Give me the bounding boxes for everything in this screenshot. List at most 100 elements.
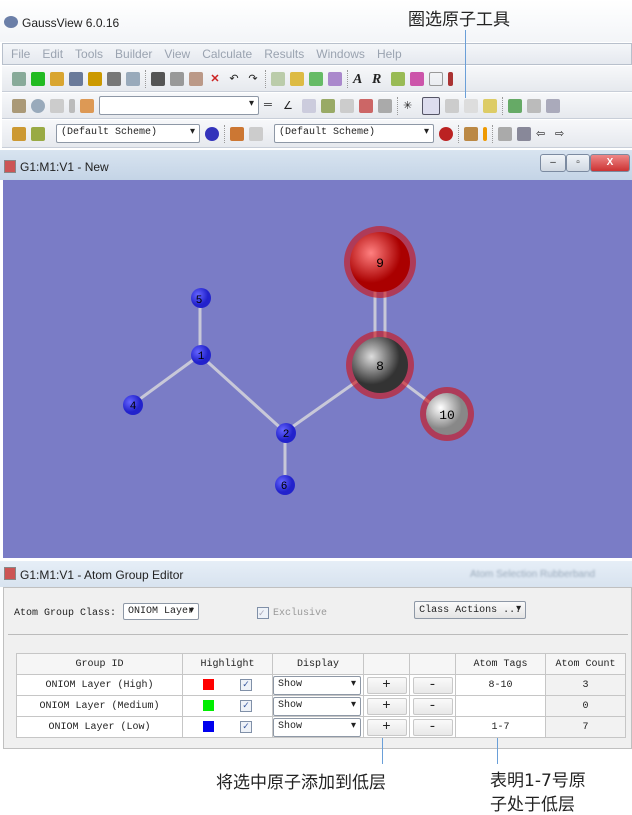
highlight-checkbox[interactable]: ✓ <box>240 700 252 713</box>
scheme-combo-2[interactable]: (Default Scheme) <box>274 124 434 143</box>
menu-results[interactable]: Results <box>264 47 304 61</box>
class-actions-button[interactable]: Class Actions ... <box>414 601 527 619</box>
add-atoms-button[interactable]: + <box>366 676 407 694</box>
invert-icon[interactable] <box>378 98 392 113</box>
atom-tags[interactable]: 1-7 <box>455 716 546 738</box>
remove-atoms-button[interactable]: - <box>412 676 453 694</box>
back-icon[interactable]: ⇦ <box>536 127 550 141</box>
atoms-icon[interactable] <box>483 98 497 113</box>
new-window-icon[interactable] <box>508 98 522 113</box>
menu-edit[interactable]: Edit <box>42 47 63 61</box>
text-a-icon[interactable]: A <box>353 72 367 87</box>
grid-icon[interactable] <box>517 126 531 141</box>
print-icon[interactable] <box>88 71 102 86</box>
delete-atom-icon[interactable] <box>359 98 373 113</box>
open-icon[interactable] <box>50 71 64 86</box>
fragment-combo[interactable] <box>99 96 259 115</box>
menu-file[interactable]: File <box>11 47 30 61</box>
highlight-checkbox[interactable]: ✓ <box>240 679 252 692</box>
atom-5[interactable]: 5 <box>191 288 211 308</box>
clean-icon[interactable] <box>271 71 285 86</box>
inquire-icon[interactable] <box>321 98 335 113</box>
atom-scheme-icon[interactable] <box>12 126 26 141</box>
remove-atoms-button[interactable]: - <box>412 697 453 715</box>
close-button[interactable]: X <box>590 154 630 172</box>
menu-view[interactable]: View <box>164 47 190 61</box>
minimize-button[interactable]: – <box>540 154 566 172</box>
menu-tools[interactable]: Tools <box>75 47 103 61</box>
settings-icon[interactable] <box>464 126 478 141</box>
atom-2[interactable]: 2 <box>276 423 296 443</box>
cascade-icon[interactable] <box>546 98 560 113</box>
text-r-icon[interactable]: R <box>372 72 386 87</box>
display-select[interactable]: Show <box>273 675 361 695</box>
molecule-canvas[interactable]: 9 8 10 5 1 4 2 6 <box>3 180 632 558</box>
custom-fragment-icon[interactable] <box>80 98 94 113</box>
label-scheme-icon[interactable] <box>230 126 244 141</box>
add-atoms-button[interactable]: + <box>366 718 407 736</box>
rubberband-select-icon[interactable] <box>422 96 440 115</box>
blue-sphere-icon[interactable] <box>205 126 219 141</box>
cut-icon[interactable] <box>151 71 165 86</box>
add-valence-icon[interactable] <box>340 98 354 113</box>
atom-10[interactable]: 10 <box>420 387 474 441</box>
select-atom-icon[interactable]: ✳ <box>403 99 417 113</box>
preview-icon[interactable] <box>126 71 140 86</box>
highlight-checkbox[interactable]: ✓ <box>240 721 252 734</box>
ring-icon[interactable] <box>31 98 45 113</box>
atom-9[interactable]: 9 <box>344 226 416 298</box>
color-swatch[interactable] <box>203 699 214 711</box>
add-atoms-button[interactable]: + <box>366 697 407 715</box>
save-icon[interactable] <box>69 71 83 86</box>
undo-icon[interactable]: ↶ <box>227 72 241 86</box>
display-select[interactable]: Show <box>273 717 361 737</box>
scheme-combo-1[interactable]: (Default Scheme) <box>56 124 200 143</box>
maximize-button[interactable]: ▫ <box>566 154 590 172</box>
tile-icon[interactable] <box>527 98 541 113</box>
color-swatch[interactable] <box>203 678 214 690</box>
diamond-icon[interactable] <box>429 71 443 86</box>
dihedral-icon[interactable] <box>302 98 316 113</box>
copy-icon[interactable] <box>170 71 184 86</box>
forward-icon[interactable]: ⇨ <box>555 127 569 141</box>
bonds-icon[interactable] <box>328 71 342 86</box>
atom-6[interactable]: 6 <box>275 475 295 495</box>
menu-calculate[interactable]: Calculate <box>202 47 252 61</box>
atom-8[interactable]: 8 <box>346 331 414 399</box>
atom-1[interactable]: 1 <box>191 345 211 365</box>
atom-tags[interactable]: 8-10 <box>455 674 546 696</box>
angle-icon[interactable]: ∠ <box>283 99 297 113</box>
new-icon[interactable] <box>12 71 26 86</box>
traffic-light-icon[interactable] <box>483 126 487 141</box>
paste-icon[interactable] <box>189 71 203 86</box>
dipole-icon[interactable] <box>448 71 453 86</box>
redo-icon[interactable]: ↷ <box>246 72 260 86</box>
molecule-viewport[interactable]: 9 8 10 5 1 4 2 6 <box>3 180 632 558</box>
exclusive-checkbox[interactable]: ✓ <box>257 607 269 619</box>
brush-icon[interactable] <box>290 71 304 86</box>
menu-windows[interactable]: Windows <box>316 47 365 61</box>
group-scheme-icon[interactable] <box>31 126 45 141</box>
menu-builder[interactable]: Builder <box>115 47 152 61</box>
color-swatch[interactable] <box>203 720 214 732</box>
font-scheme-icon[interactable] <box>249 126 263 141</box>
atom-4[interactable]: 4 <box>123 395 143 415</box>
select-brush-icon[interactable] <box>445 98 459 113</box>
image-icon[interactable] <box>107 71 121 86</box>
bond-icon[interactable]: ═ <box>264 99 278 113</box>
symmetry-icon[interactable] <box>309 71 323 86</box>
r-group-icon[interactable] <box>50 98 64 113</box>
menu-help[interactable]: Help <box>377 47 402 61</box>
layers-icon[interactable] <box>410 71 424 86</box>
link-icon[interactable] <box>391 71 405 86</box>
pointer-icon[interactable] <box>464 98 478 113</box>
delete-icon[interactable]: ✕ <box>208 72 222 86</box>
class-combo[interactable]: ONIOM Layer <box>123 603 200 620</box>
windows-icon[interactable] <box>498 126 512 141</box>
remove-atoms-button[interactable]: - <box>412 718 453 736</box>
element-icon[interactable] <box>12 98 26 113</box>
red-sphere-icon[interactable] <box>439 126 453 141</box>
biological-icon[interactable] <box>69 98 75 113</box>
add-icon[interactable] <box>31 71 45 86</box>
display-select[interactable]: Show <box>273 696 361 716</box>
